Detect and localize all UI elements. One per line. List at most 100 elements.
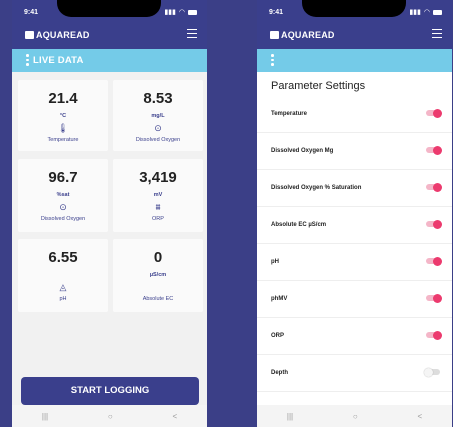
- menu-icon[interactable]: [187, 29, 197, 41]
- oxygen-sensor-icon: ⊙: [59, 202, 67, 212]
- settings-screen: 9:41 ▮▮▮ ◠ AQUAREAD Parameter Settings T…: [257, 0, 452, 427]
- app-header: 9:41 ▮▮▮ ◠ AQUAREAD: [257, 0, 452, 49]
- setting-row: ORP: [257, 319, 452, 355]
- recents-icon[interactable]: |||: [42, 412, 48, 421]
- logo-text: AQUAREAD: [281, 30, 335, 40]
- toggle-knob: [433, 293, 442, 303]
- tile-absolute-ec[interactable]: 0 µS/cm Absolute EC: [113, 239, 203, 312]
- tile-unit: µS/cm: [149, 272, 167, 278]
- tile-value: 0: [153, 249, 163, 266]
- logo-mark-icon: [270, 31, 279, 39]
- parameter-settings-list: Parameter Settings Temperature Dissolved …: [257, 72, 452, 405]
- tile-unit: °C: [59, 113, 67, 119]
- oxygen-sensor-icon: ⊙: [154, 123, 162, 133]
- tile-unit: mg/L: [151, 113, 165, 119]
- toggle-knob: [433, 108, 442, 118]
- setting-label: Absolute EC µS/cm: [271, 222, 327, 228]
- tile-value: 96.7: [48, 169, 78, 186]
- back-icon[interactable]: <: [417, 412, 422, 421]
- setting-toggle[interactable]: [426, 293, 442, 303]
- settings-bar: [257, 49, 452, 72]
- status-time: 9:41: [269, 9, 284, 16]
- app-header: 9:41 ▮▮▮ ◠ AQUAREAD: [12, 0, 207, 49]
- recents-icon[interactable]: |||: [287, 412, 293, 421]
- home-icon[interactable]: ○: [108, 412, 113, 421]
- android-nav-bar: ||| ○ <: [12, 405, 207, 427]
- setting-row: pH: [257, 245, 452, 281]
- tile-value: 21.4: [48, 90, 78, 107]
- signal-icon: ▮▮▮: [164, 9, 176, 16]
- tile-unit: %sat: [56, 192, 70, 198]
- setting-row: Absolute EC µS/cm: [257, 208, 452, 244]
- wifi-icon: ◠: [178, 9, 185, 16]
- tile-label: Absolute EC: [142, 296, 174, 302]
- device-notch: [302, 0, 406, 17]
- tile-dissolved-oxygen-sat[interactable]: 96.7 %sat ⊙ Dissolved Oxygen: [18, 159, 108, 232]
- status-icons: ▮▮▮ ◠: [164, 8, 197, 16]
- toggle-knob: [424, 367, 433, 377]
- setting-label: Temperature: [271, 111, 307, 117]
- setting-toggle[interactable]: [424, 367, 440, 377]
- app-logo: AQUAREAD: [25, 30, 90, 40]
- toggle-knob: [433, 256, 442, 266]
- setting-label: Depth: [271, 370, 288, 376]
- setting-toggle[interactable]: [426, 182, 442, 192]
- menu-icon[interactable]: [432, 29, 442, 41]
- settings-title: Parameter Settings: [271, 80, 366, 92]
- battery-icon: [188, 9, 197, 15]
- tile-unit: mV: [153, 192, 163, 198]
- logo-text: AQUAREAD: [36, 30, 90, 40]
- tile-value: 8.53: [143, 90, 173, 107]
- tile-label: Temperature: [47, 137, 79, 143]
- wifi-icon: ◠: [423, 9, 430, 16]
- setting-label: Dissolved Oxygen % Saturation: [271, 185, 362, 191]
- device-notch: [57, 0, 161, 17]
- reading-grid: 21.4 °C 🌡 Temperature 8.53 mg/L ⊙ Dissol…: [12, 72, 207, 417]
- tile-ph[interactable]: 6.55 ◬ pH: [18, 239, 108, 312]
- toggle-knob: [433, 330, 442, 340]
- app-logo: AQUAREAD: [270, 30, 335, 40]
- setting-label: phMV: [271, 296, 288, 302]
- live-data-bar: LIVE DATA: [12, 49, 207, 72]
- tile-label: ORP: [152, 216, 164, 222]
- orp-icon: ⩩: [155, 202, 161, 212]
- setting-label: ORP: [271, 333, 285, 339]
- setting-toggle[interactable]: [426, 219, 442, 229]
- tile-label: Dissolved Oxygen: [40, 216, 86, 222]
- signal-icon: ▮▮▮: [409, 9, 421, 16]
- tile-temperature[interactable]: 21.4 °C 🌡 Temperature: [18, 80, 108, 151]
- live-data-phone: 9:41 ▮▮▮ ◠ AQUAREAD LIVE DATA 21.4 °C 🌡 …: [12, 0, 207, 427]
- tile-label: pH: [59, 296, 67, 302]
- setting-toggle[interactable]: [426, 145, 442, 155]
- overflow-menu-icon[interactable]: [271, 54, 274, 68]
- status-icons: ▮▮▮ ◠: [409, 8, 442, 16]
- toggle-knob: [433, 182, 442, 192]
- setting-toggle[interactable]: [426, 108, 442, 118]
- home-icon[interactable]: ○: [353, 412, 358, 421]
- setting-label: Dissolved Oxygen Mg: [271, 148, 334, 154]
- toggle-knob: [433, 219, 442, 229]
- tile-value: 3,419: [139, 169, 177, 186]
- setting-row: Dissolved Oxygen Mg: [257, 134, 452, 170]
- overflow-menu-icon[interactable]: [26, 54, 29, 68]
- back-icon[interactable]: <: [172, 412, 177, 421]
- setting-row: Dissolved Oxygen % Saturation: [257, 171, 452, 207]
- tile-value: 6.55: [48, 249, 78, 266]
- droplet-icon: ◬: [59, 282, 67, 292]
- tile-label: Dissolved Oxygen: [135, 137, 181, 143]
- live-data-screen: 9:41 ▮▮▮ ◠ AQUAREAD LIVE DATA 21.4 °C 🌡 …: [12, 0, 207, 427]
- setting-row: Temperature: [257, 97, 452, 133]
- setting-toggle[interactable]: [426, 330, 442, 340]
- toggle-knob: [433, 145, 442, 155]
- logo-mark-icon: [25, 31, 34, 39]
- tile-orp[interactable]: 3,419 mV ⩩ ORP: [113, 159, 203, 232]
- start-logging-button[interactable]: START LOGGING: [21, 377, 199, 405]
- setting-row: Depth: [257, 356, 452, 392]
- android-nav-bar: ||| ○ <: [257, 405, 452, 427]
- setting-toggle[interactable]: [426, 256, 442, 266]
- tile-dissolved-oxygen-mg[interactable]: 8.53 mg/L ⊙ Dissolved Oxygen: [113, 80, 203, 151]
- status-time: 9:41: [24, 9, 39, 16]
- setting-row: phMV: [257, 282, 452, 318]
- battery-icon: [433, 9, 442, 15]
- setting-label: pH: [271, 259, 279, 265]
